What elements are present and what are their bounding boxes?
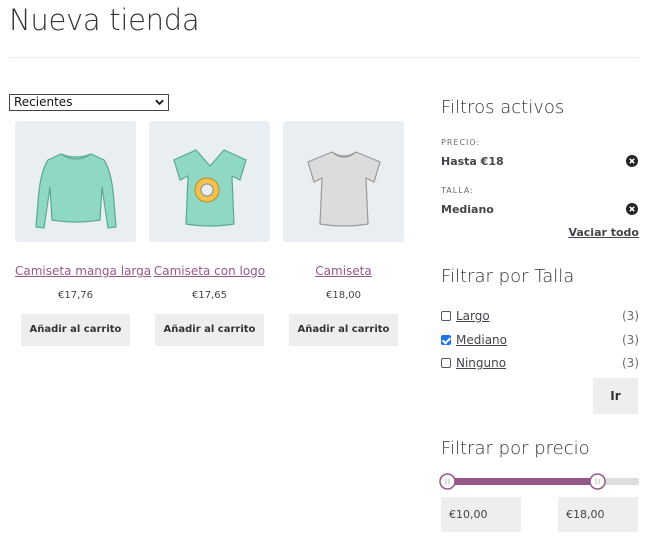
size-option-largo[interactable]: Largo (3) xyxy=(441,309,639,325)
price-filter-label: PRECIO: xyxy=(441,138,481,147)
size-option-label[interactable]: Largo xyxy=(456,309,490,323)
product-image[interactable] xyxy=(149,121,270,242)
product-card: Camiseta manga larga €17,76 Añadir al ca… xyxy=(15,121,151,346)
logo-tshirt-icon xyxy=(172,148,247,227)
size-option-count: (3) xyxy=(622,333,639,347)
add-to-cart-button[interactable]: Añadir al carrito xyxy=(289,314,398,346)
size-checkbox[interactable] xyxy=(441,358,451,368)
product-link[interactable]: Camiseta con logo xyxy=(149,264,270,278)
price-slider-min-handle[interactable] xyxy=(439,473,456,490)
page-title: Nueva tienda xyxy=(9,3,200,37)
product-price: €17,65 xyxy=(192,290,227,301)
product-link[interactable]: Camiseta manga larga xyxy=(15,264,151,278)
active-filters-title: Filtros activos xyxy=(441,97,565,118)
size-option-label[interactable]: Ninguno xyxy=(456,356,506,370)
min-price-input[interactable]: €10,00 xyxy=(441,497,521,532)
remove-size-filter-icon[interactable] xyxy=(626,203,638,215)
size-option-mediano[interactable]: Mediano (3) xyxy=(441,333,639,349)
size-filter-title: Filtrar por Talla xyxy=(441,266,575,287)
size-checkbox[interactable] xyxy=(441,311,451,321)
price-slider[interactable] xyxy=(439,473,639,490)
product-link[interactable]: Camiseta xyxy=(283,264,404,278)
product-image[interactable] xyxy=(15,121,136,242)
tshirt-icon xyxy=(306,150,381,227)
long-sleeve-shirt-icon xyxy=(34,152,117,229)
price-slider-max-handle[interactable] xyxy=(589,473,606,490)
size-filter-label: TALLA: xyxy=(441,186,474,195)
add-to-cart-button[interactable]: Añadir al carrito xyxy=(155,314,264,346)
add-to-cart-button[interactable]: Añadir al carrito xyxy=(21,314,130,346)
price-filter-title: Filtrar por precio xyxy=(441,438,590,459)
sort-select-value: Recientes xyxy=(14,95,73,109)
product-price: €18,00 xyxy=(326,290,361,301)
sort-select[interactable]: Recientes xyxy=(9,94,169,111)
max-price-input[interactable]: €18,00 xyxy=(558,497,638,532)
clear-all-filters-link[interactable]: Vaciar todo xyxy=(568,226,639,239)
remove-price-filter-icon[interactable] xyxy=(626,155,638,167)
apply-size-filter-button[interactable]: Ir xyxy=(593,378,638,414)
product-price: €17,76 xyxy=(58,290,93,301)
size-filter-value: Mediano xyxy=(441,203,494,216)
size-option-count: (3) xyxy=(622,356,639,370)
size-option-label[interactable]: Mediano xyxy=(456,333,507,347)
size-option-count: (3) xyxy=(622,309,639,323)
product-image[interactable] xyxy=(283,121,404,242)
chevron-down-icon xyxy=(155,99,164,106)
size-option-ninguno[interactable]: Ninguno (3) xyxy=(441,356,639,372)
price-slider-range xyxy=(447,478,597,485)
product-card: Camiseta con logo €17,65 Añadir al carri… xyxy=(149,121,270,346)
title-divider xyxy=(9,57,639,58)
size-checkbox[interactable] xyxy=(441,335,451,345)
price-filter-value: Hasta €18 xyxy=(441,155,504,168)
product-card: Camiseta €18,00 Añadir al carrito xyxy=(283,121,404,346)
